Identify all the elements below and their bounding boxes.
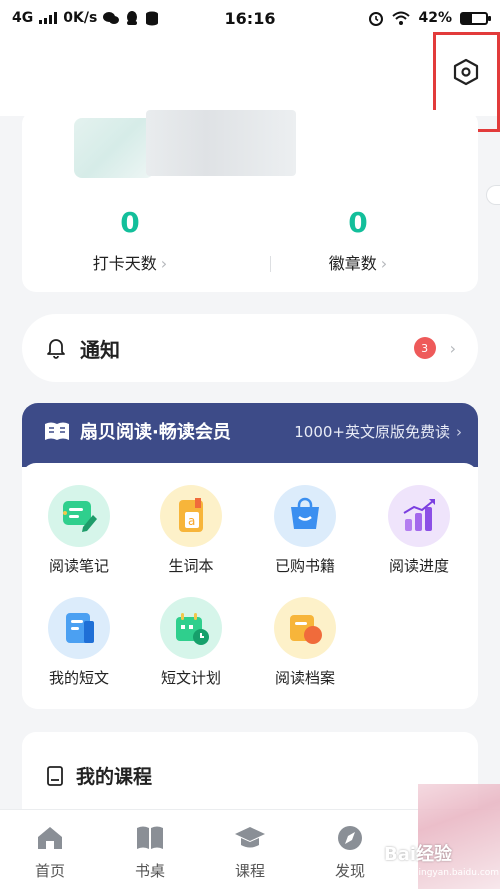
grid-item-vocabulary[interactable]: a 生词本 <box>136 485 246 576</box>
wifi-icon <box>392 11 411 25</box>
battery-level <box>462 13 473 23</box>
grid-label: 短文计划 <box>160 669 221 687</box>
badges-value: 0 <box>348 206 368 239</box>
network-speed: 0K/s <box>63 10 98 26</box>
settings-button[interactable] <box>446 52 486 92</box>
chevron-right-icon: › <box>160 254 168 273</box>
nav-label: 书桌 <box>134 862 165 880</box>
grid-label: 已购书籍 <box>274 557 335 575</box>
grid-label: 我的短文 <box>48 669 109 687</box>
bell-icon <box>47 339 65 359</box>
grid-item-my-articles[interactable]: 我的短文 <box>24 597 134 688</box>
article-plan-icon <box>160 597 222 659</box>
checkin-days-value: 0 <box>120 206 140 239</box>
header-area <box>0 36 500 116</box>
badges-stat[interactable]: 0 徽章数 › <box>258 206 458 274</box>
book-desk-icon <box>110 824 190 852</box>
nav-discover[interactable]: 发现 <box>310 824 390 881</box>
nav-label: 首页 <box>34 862 65 880</box>
vip-subtitle: 1000+英文原版免费读 <box>294 422 450 441</box>
nav-courses[interactable]: 课程 <box>210 824 290 881</box>
vip-grid: 阅读笔记 a 生词本 已购书籍 阅读进度 我的短文 短文计划 阅读档案 <box>22 463 478 709</box>
chevron-right-icon: › <box>456 422 462 441</box>
user-name-blurred <box>146 110 296 176</box>
battery-percent: 42% <box>418 10 452 26</box>
grid-label: 阅读档案 <box>274 669 335 687</box>
grid-item-reading-archive[interactable]: 阅读档案 <box>250 597 360 688</box>
nav-label: 课程 <box>234 862 265 880</box>
nav-home[interactable]: 首页 <box>10 824 90 881</box>
notebook-icon <box>47 765 63 786</box>
chevron-right-icon: › <box>449 338 456 358</box>
vip-banner[interactable]: 扇贝阅读·畅读会员 1000+英文原版免费读 › <box>22 403 478 467</box>
edge-handle <box>486 185 500 205</box>
grid-label: 阅读进度 <box>388 557 449 575</box>
alarm-icon <box>369 12 384 26</box>
avatar[interactable] <box>74 118 154 178</box>
grid-item-reading-notes[interactable]: 阅读笔记 <box>24 485 134 576</box>
compass-icon <box>310 824 390 852</box>
vip-title: 扇贝阅读·畅读会员 <box>80 422 231 443</box>
qq-icon <box>127 10 138 25</box>
svg-text:a: a <box>188 514 195 528</box>
grid-label: 生词本 <box>168 557 214 575</box>
purchased-books-icon <box>274 485 336 547</box>
vocabulary-book-icon: a <box>160 485 222 547</box>
notification-row[interactable]: 通知 3 › <box>22 314 478 382</box>
grid-item-reading-progress[interactable]: 阅读进度 <box>364 485 474 576</box>
course-cap-icon <box>210 824 290 852</box>
signal-icon <box>39 12 58 24</box>
my-articles-icon <box>48 597 110 659</box>
network-type: 4G <box>12 10 34 26</box>
chevron-right-icon: › <box>380 254 388 273</box>
settings-hexagon-icon <box>453 58 479 86</box>
nav-label: 发现 <box>334 862 365 880</box>
home-icon <box>10 824 90 852</box>
profile-card: 0 打卡天数 › 0 徽章数 › <box>22 110 478 292</box>
grid-item-purchased-books[interactable]: 已购书籍 <box>250 485 360 576</box>
grid-label: 阅读笔记 <box>48 557 109 575</box>
database-icon <box>146 11 159 25</box>
battery-icon <box>460 11 491 25</box>
checkin-days-stat[interactable]: 0 打卡天数 › <box>30 206 230 274</box>
notification-title: 通知 <box>80 337 120 362</box>
status-bar: 4G 0K/s 16:16 42% <box>0 0 500 36</box>
courses-title: 我的课程 <box>76 766 153 788</box>
checkin-days-label: 打卡天数 <box>92 254 157 273</box>
watermark-logo: Bai经验 <box>384 844 453 865</box>
nav-desk[interactable]: 书桌 <box>110 824 190 881</box>
reading-notes-icon <box>48 485 110 547</box>
watermark-url: jingyan.baidu.com <box>416 868 500 878</box>
open-book-icon <box>45 422 69 440</box>
grid-item-article-plan[interactable]: 短文计划 <box>136 597 246 688</box>
vip-card: 扇贝阅读·畅读会员 1000+英文原版免费读 › 阅读笔记 a 生词本 已购书籍 <box>22 403 478 709</box>
reading-progress-icon <box>388 485 450 547</box>
notification-count-badge: 3 <box>413 337 436 359</box>
reading-archive-icon <box>274 597 336 659</box>
badges-label: 徽章数 <box>328 254 377 273</box>
wechat-icon <box>103 12 120 24</box>
